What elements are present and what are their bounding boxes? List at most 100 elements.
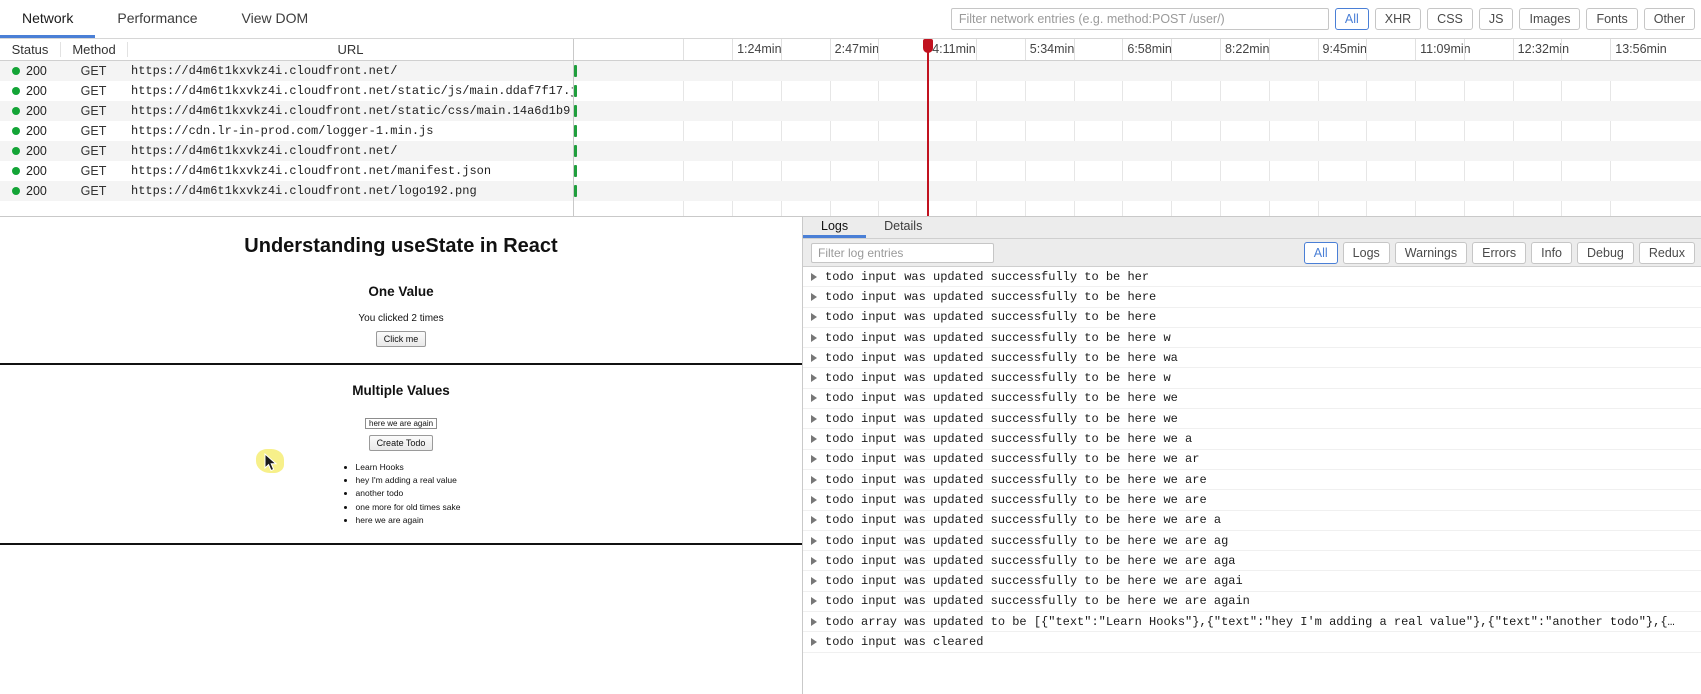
timeline-request-bar[interactable]	[574, 165, 577, 177]
chevron-right-icon[interactable]	[811, 293, 817, 301]
table-row[interactable]: 200GEThttps://d4m6t1kxvkz4i.cloudfront.n…	[0, 61, 573, 81]
table-row[interactable]: 200GEThttps://d4m6t1kxvkz4i.cloudfront.n…	[0, 181, 573, 201]
log-level-filter-redux[interactable]: Redux	[1639, 242, 1695, 264]
chevron-right-icon[interactable]	[811, 557, 817, 565]
log-entry[interactable]: todo input was updated successfully to b…	[803, 368, 1701, 388]
log-entry[interactable]: todo input was updated successfully to b…	[803, 551, 1701, 571]
log-level-filter-all-label: All	[1314, 246, 1328, 260]
log-entry[interactable]: todo input was updated successfully to b…	[803, 490, 1701, 510]
log-entry[interactable]: todo input was updated successfully to b…	[803, 470, 1701, 490]
timeline-request-bar[interactable]	[574, 185, 577, 197]
timeline-request-bar[interactable]	[574, 85, 577, 97]
logs-list[interactable]: todo input was updated successfully to b…	[803, 267, 1701, 694]
tab-details[interactable]: Details	[866, 217, 940, 238]
log-entry[interactable]: todo input was updated successfully to b…	[803, 348, 1701, 368]
log-entry[interactable]: todo input was updated successfully to b…	[803, 429, 1701, 449]
table-row[interactable]: 200GEThttps://d4m6t1kxvkz4i.cloudfront.n…	[0, 81, 573, 101]
log-filter-input[interactable]	[811, 243, 994, 263]
chevron-right-icon[interactable]	[811, 354, 817, 362]
chevron-right-icon[interactable]	[811, 476, 817, 484]
log-entry[interactable]: todo input was updated successfully to b…	[803, 328, 1701, 348]
network-table-header: Status Method URL	[0, 39, 573, 61]
tab-view-dom[interactable]: View DOM	[220, 0, 331, 38]
chevron-right-icon[interactable]	[811, 597, 817, 605]
log-entry[interactable]: todo input was updated successfully to b…	[803, 308, 1701, 328]
chevron-right-icon[interactable]	[811, 638, 817, 646]
network-type-filter-other[interactable]: Other	[1644, 8, 1695, 30]
log-entry[interactable]: todo input was updated successfully to b…	[803, 571, 1701, 591]
table-row[interactable]: 200GEThttps://d4m6t1kxvkz4i.cloudfront.n…	[0, 101, 573, 121]
chevron-right-icon[interactable]	[811, 496, 817, 504]
column-header-url[interactable]: URL	[127, 42, 573, 57]
timeline-playhead[interactable]	[927, 39, 929, 61]
network-type-filter-images[interactable]: Images	[1519, 8, 1580, 30]
log-level-filter-info[interactable]: Info	[1531, 242, 1572, 264]
log-level-filter-errors[interactable]: Errors	[1472, 242, 1526, 264]
click-me-button[interactable]: Click me	[376, 331, 427, 347]
log-entry-text: todo input was updated successfully to b…	[825, 310, 1156, 324]
create-todo-button[interactable]: Create Todo	[369, 435, 434, 451]
network-filter-input[interactable]	[951, 8, 1329, 30]
chevron-right-icon[interactable]	[811, 394, 817, 402]
log-level-filter-debug[interactable]: Debug	[1577, 242, 1634, 264]
log-entry-text: todo input was updated successfully to b…	[825, 391, 1178, 405]
log-entry[interactable]: todo input was updated successfully to b…	[803, 267, 1701, 287]
timeline-tick	[1269, 39, 1270, 60]
cell-url: https://d4m6t1kxvkz4i.cloudfront.net/log…	[127, 184, 573, 198]
tab-network[interactable]: Network	[0, 0, 95, 38]
chevron-right-icon[interactable]	[811, 334, 817, 342]
table-row[interactable]: 200GEThttps://d4m6t1kxvkz4i.cloudfront.n…	[0, 141, 573, 161]
log-entry-text: todo input was updated successfully to b…	[825, 574, 1243, 588]
playhead-handle[interactable]	[923, 39, 933, 53]
network-type-filter-all[interactable]: All	[1335, 8, 1369, 30]
log-entry[interactable]: todo input was updated successfully to b…	[803, 450, 1701, 470]
log-entry[interactable]: todo array was updated to be [{"text":"L…	[803, 612, 1701, 632]
chevron-right-icon[interactable]	[811, 537, 817, 545]
log-entry[interactable]: todo input was updated successfully to b…	[803, 409, 1701, 429]
timeline-request-bar[interactable]	[574, 65, 577, 77]
table-row[interactable]: 200GEThttps://cdn.lr-in-prod.com/logger-…	[0, 121, 573, 141]
table-row[interactable]: 200GEThttps://d4m6t1kxvkz4i.cloudfront.n…	[0, 161, 573, 181]
chevron-right-icon[interactable]	[811, 374, 817, 382]
column-header-method[interactable]: Method	[60, 42, 127, 57]
log-level-filter-errors-label: Errors	[1482, 246, 1516, 260]
network-type-filter-fonts[interactable]: Fonts	[1586, 8, 1637, 30]
preview-section-one: Understanding useState in React One Valu…	[0, 217, 802, 365]
timeline-request-bar[interactable]	[574, 125, 577, 137]
network-panel: Status Method URL 200GEThttps://d4m6t1kx…	[0, 39, 1701, 217]
tab-performance[interactable]: Performance	[95, 0, 219, 38]
timeline-tracks	[574, 61, 1701, 216]
chevron-right-icon[interactable]	[811, 455, 817, 463]
status-code: 200	[26, 124, 47, 138]
log-level-filter-warnings[interactable]: Warnings	[1395, 242, 1467, 264]
network-type-filter-css[interactable]: CSS	[1427, 8, 1473, 30]
log-level-filter-logs[interactable]: Logs	[1343, 242, 1390, 264]
column-header-status[interactable]: Status	[0, 42, 60, 57]
timeline-request-bar[interactable]	[574, 105, 577, 117]
todo-input[interactable]	[365, 418, 437, 429]
log-entry-text: todo input was updated successfully to b…	[825, 351, 1178, 365]
chevron-right-icon[interactable]	[811, 618, 817, 626]
log-entry[interactable]: todo input was updated successfully to b…	[803, 511, 1701, 531]
chevron-right-icon[interactable]	[811, 415, 817, 423]
log-entry-text: todo input was updated successfully to b…	[825, 554, 1235, 568]
network-type-filter-xhr[interactable]: XHR	[1375, 8, 1421, 30]
log-entry[interactable]: todo input was updated successfully to b…	[803, 592, 1701, 612]
logs-panel: Logs Details All Logs Warnings Errors In…	[803, 217, 1701, 694]
log-level-filter-all[interactable]: All	[1304, 242, 1338, 264]
chevron-right-icon[interactable]	[811, 313, 817, 321]
log-entry[interactable]: todo input was updated successfully to b…	[803, 389, 1701, 409]
chevron-right-icon[interactable]	[811, 435, 817, 443]
log-entry[interactable]: todo input was cleared	[803, 632, 1701, 652]
chevron-right-icon[interactable]	[811, 516, 817, 524]
chevron-right-icon[interactable]	[811, 273, 817, 281]
tab-logs[interactable]: Logs	[803, 217, 866, 238]
log-entry[interactable]: todo input was updated successfully to b…	[803, 287, 1701, 307]
network-type-filter-js[interactable]: JS	[1479, 8, 1514, 30]
timeline-request-bar[interactable]	[574, 145, 577, 157]
chevron-right-icon[interactable]	[811, 577, 817, 585]
status-ok-icon	[12, 127, 20, 135]
timeline-row	[574, 181, 1701, 201]
log-entry-text: todo array was updated to be [{"text":"L…	[825, 615, 1675, 629]
log-entry[interactable]: todo input was updated successfully to b…	[803, 531, 1701, 551]
